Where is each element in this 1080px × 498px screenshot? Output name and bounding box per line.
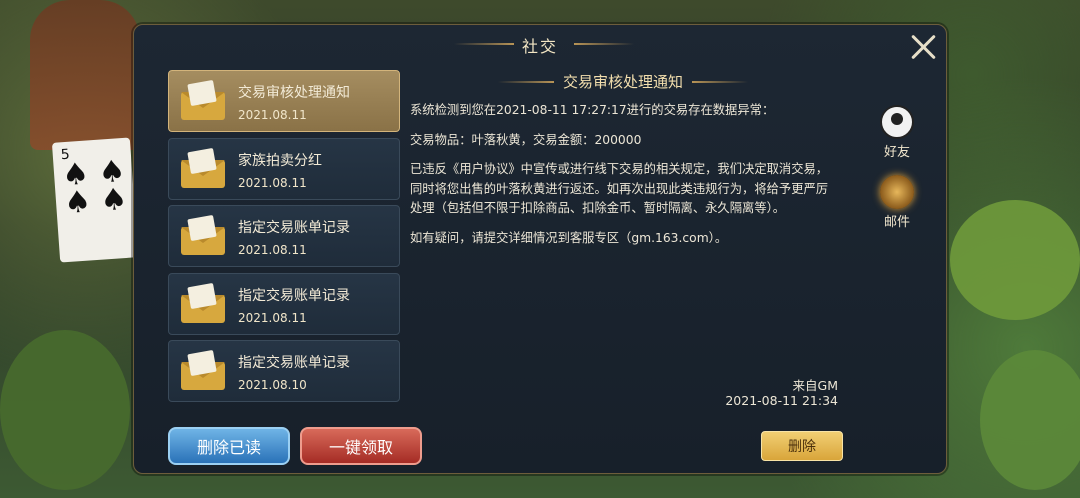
claim-all-button[interactable]: 一键领取 <box>300 427 422 465</box>
background-bush <box>0 330 130 490</box>
envelope-icon <box>181 214 225 255</box>
mail-title: 指定交易账单记录 <box>238 220 350 236</box>
mail-body: 系统检测到您在2021-08-11 17:27:17进行的交易存在数据异常： 交… <box>410 101 840 258</box>
mail-tab-icon <box>880 175 914 209</box>
mail-content: 交易审核处理通知 系统检测到您在2021-08-11 17:27:17进行的交易… <box>402 69 844 415</box>
mail-title: 家族拍卖分红 <box>238 152 322 169</box>
mail-title: 指定交易账单记录 <box>238 355 350 371</box>
card-rank: 5 <box>60 146 71 164</box>
background-bush <box>950 200 1080 320</box>
mail-item[interactable]: 指定交易账单记录 2021.08.11 <box>168 205 400 267</box>
friends-avatar-icon <box>880 105 914 139</box>
envelope-icon <box>181 79 225 120</box>
background-bush <box>980 350 1080 490</box>
mail-content-title: 交易审核处理通知 <box>562 73 683 91</box>
envelope-icon <box>181 282 225 323</box>
title-ornament-right <box>574 43 634 45</box>
body-paragraph: 已违反《用户协议》中宣传或进行线下交易的相关规定，我们决定取消交易，同时将您出售… <box>410 162 829 215</box>
body-paragraph: 交易物品：叶落秋黄，交易金额：200000 <box>410 132 642 147</box>
envelope-icon <box>181 147 225 188</box>
mail-item[interactable]: 指定交易账单记录 2021.08.10 <box>168 340 400 402</box>
body-paragraph: 如有疑问，请提交详细情况到客服专区（gm.163.com）。 <box>410 230 728 245</box>
tab-friends-label: 好友 <box>883 145 910 160</box>
background-playing-card: 5 ♠ ♠ ♠ ♠ <box>51 137 139 263</box>
mail-title: 指定交易账单记录 <box>238 287 350 304</box>
tab-mail[interactable]: 邮件 <box>877 175 917 230</box>
mail-date: 2021.08.11 <box>238 310 307 325</box>
mail-date: 2021.08.11 <box>238 243 307 257</box>
mail-item[interactable]: 交易审核处理通知 2021.08.11 <box>168 70 400 132</box>
mail-title: 交易审核处理通知 <box>238 85 350 101</box>
mail-item[interactable]: 家族拍卖分红 2021.08.11 <box>168 137 400 200</box>
delete-button[interactable]: 删除 <box>761 431 843 461</box>
mail-list[interactable]: 交易审核处理通知 2021.08.11 家族拍卖分红 2021.08.11 指定… <box>168 70 400 416</box>
mail-date: 2021.08.10 <box>238 378 307 392</box>
envelope-icon <box>181 349 225 390</box>
mail-sent-time: 2021-08-11 21:34 <box>725 393 838 408</box>
panel-title: 社交 <box>521 37 558 56</box>
body-paragraph: 系统检测到您在2021-08-11 17:27:17进行的交易存在数据异常： <box>410 103 775 117</box>
close-button[interactable] <box>908 31 938 61</box>
delete-read-button[interactable]: 删除已读 <box>168 427 290 465</box>
background-house <box>30 0 140 150</box>
tab-friends[interactable]: 好友 <box>877 105 917 160</box>
mail-sender: 来自GM <box>792 378 838 393</box>
mail-date: 2021.08.11 <box>238 175 307 190</box>
social-panel: 社交 交易审核处理通知 2021.08.11 家族拍卖分红 2021.08.11… <box>133 24 947 474</box>
mail-date: 2021.08.11 <box>238 108 307 122</box>
mail-item[interactable]: 指定交易账单记录 2021.08.11 <box>168 272 400 335</box>
tab-mail-label: 邮件 <box>883 215 910 230</box>
content-title-ornament-right <box>692 81 748 83</box>
